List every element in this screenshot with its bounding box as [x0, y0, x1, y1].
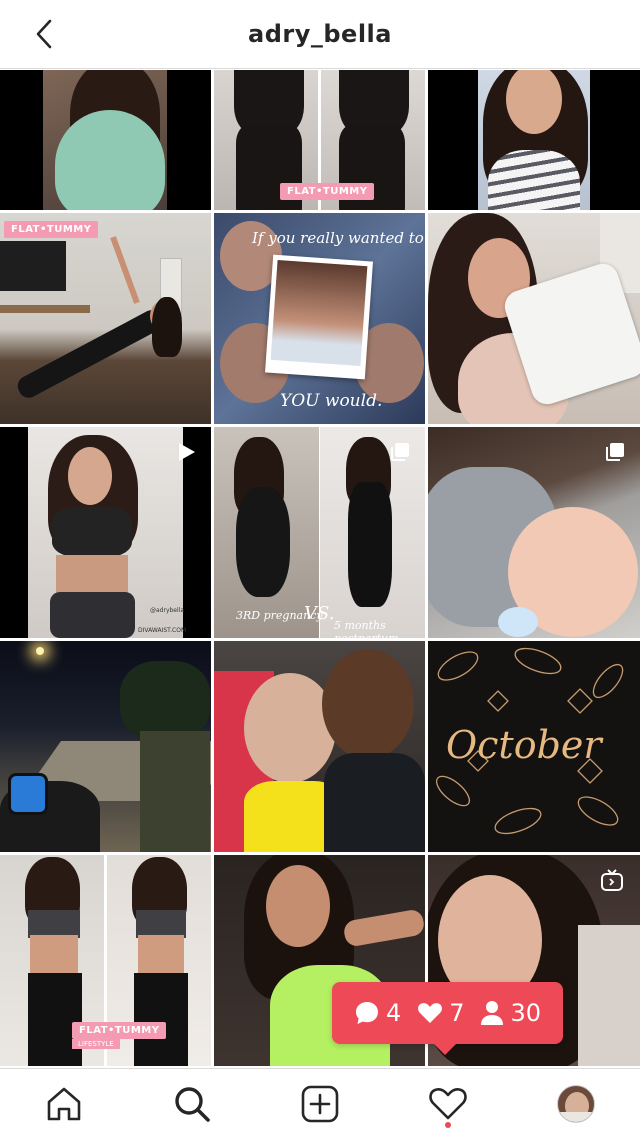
- flat-tummy-badge: FLAT•TUMMY: [280, 183, 375, 200]
- post-tile-11[interactable]: [214, 641, 425, 852]
- post-tile-1[interactable]: [0, 70, 211, 210]
- flat-tummy-badge: FLAT•TUMMY: [4, 221, 99, 238]
- watermark-site: DIVAWAIST.COM: [138, 627, 187, 634]
- post-tile-13[interactable]: FLAT•TUMMY LIFESTYLE: [0, 855, 211, 1066]
- heart-icon: [418, 1003, 443, 1023]
- quote-text-bottom: YOU would.: [280, 391, 383, 411]
- watermark: @adrybella: [150, 607, 185, 614]
- plus-square-icon: [301, 1085, 339, 1122]
- likes-count: 7: [417, 999, 464, 1027]
- post-tile-12[interactable]: October: [428, 641, 640, 852]
- activity-indicator-dot: [445, 1121, 451, 1128]
- post-tile-5[interactable]: If you really wanted to YOU would.: [214, 213, 425, 424]
- flat-tummy-badge: FLAT•TUMMY: [72, 1022, 167, 1039]
- video-play-icon: [179, 443, 195, 461]
- post-tile-2[interactable]: FLAT•TUMMY: [214, 70, 425, 210]
- posts-grid: FLAT•TUMMY FLAT•TUMMY If you really want…: [0, 70, 640, 1068]
- post-tile-3[interactable]: [428, 70, 640, 210]
- person-icon: [481, 1001, 504, 1025]
- quote-text-top: If you really wanted to: [252, 229, 424, 247]
- post-tile-7[interactable]: @adrybella DIVAWAIST.COM: [0, 427, 211, 638]
- carousel-icon: [391, 443, 409, 461]
- home-icon: [47, 1087, 81, 1120]
- tab-home[interactable]: [34, 1074, 94, 1134]
- tab-search[interactable]: [162, 1074, 222, 1134]
- search-icon: [175, 1086, 210, 1122]
- comment-icon: [355, 1002, 378, 1024]
- carousel-icon: [606, 443, 624, 461]
- post-tile-10[interactable]: [0, 641, 211, 852]
- followers-count-value: 30: [510, 999, 541, 1027]
- heart-outline-icon: [429, 1087, 467, 1119]
- post-tile-9[interactable]: [428, 427, 640, 638]
- avatar: [557, 1084, 595, 1123]
- chevron-left-icon: [36, 19, 52, 49]
- tab-activity[interactable]: [418, 1074, 478, 1134]
- igtv-icon: [601, 869, 623, 891]
- likes-count-value: 7: [449, 999, 465, 1027]
- notification-pointer: [433, 1043, 457, 1055]
- comments-count-value: 4: [385, 999, 402, 1027]
- back-button[interactable]: [28, 16, 60, 52]
- post-tile-6[interactable]: [428, 213, 640, 424]
- activity-notification-bubble[interactable]: 4 7 30: [332, 982, 563, 1044]
- caption-vs: VS.: [304, 603, 335, 624]
- post-tile-8[interactable]: 3RD pregnancy VS. 5 months postpartum: [214, 427, 425, 638]
- october-text: October: [446, 723, 602, 767]
- bottom-tab-bar: [0, 1068, 640, 1138]
- comments-count: 4: [354, 999, 401, 1027]
- tab-profile[interactable]: [546, 1074, 606, 1134]
- tab-create[interactable]: [290, 1074, 350, 1134]
- followers-count: 30: [480, 999, 541, 1027]
- lifestyle-badge: LIFESTYLE: [72, 1039, 120, 1049]
- page-title: adry_bella: [248, 20, 392, 48]
- header-bar: adry_bella: [0, 0, 640, 69]
- caption-after: 5 months postpartum: [334, 619, 399, 638]
- post-tile-4[interactable]: FLAT•TUMMY: [0, 213, 211, 424]
